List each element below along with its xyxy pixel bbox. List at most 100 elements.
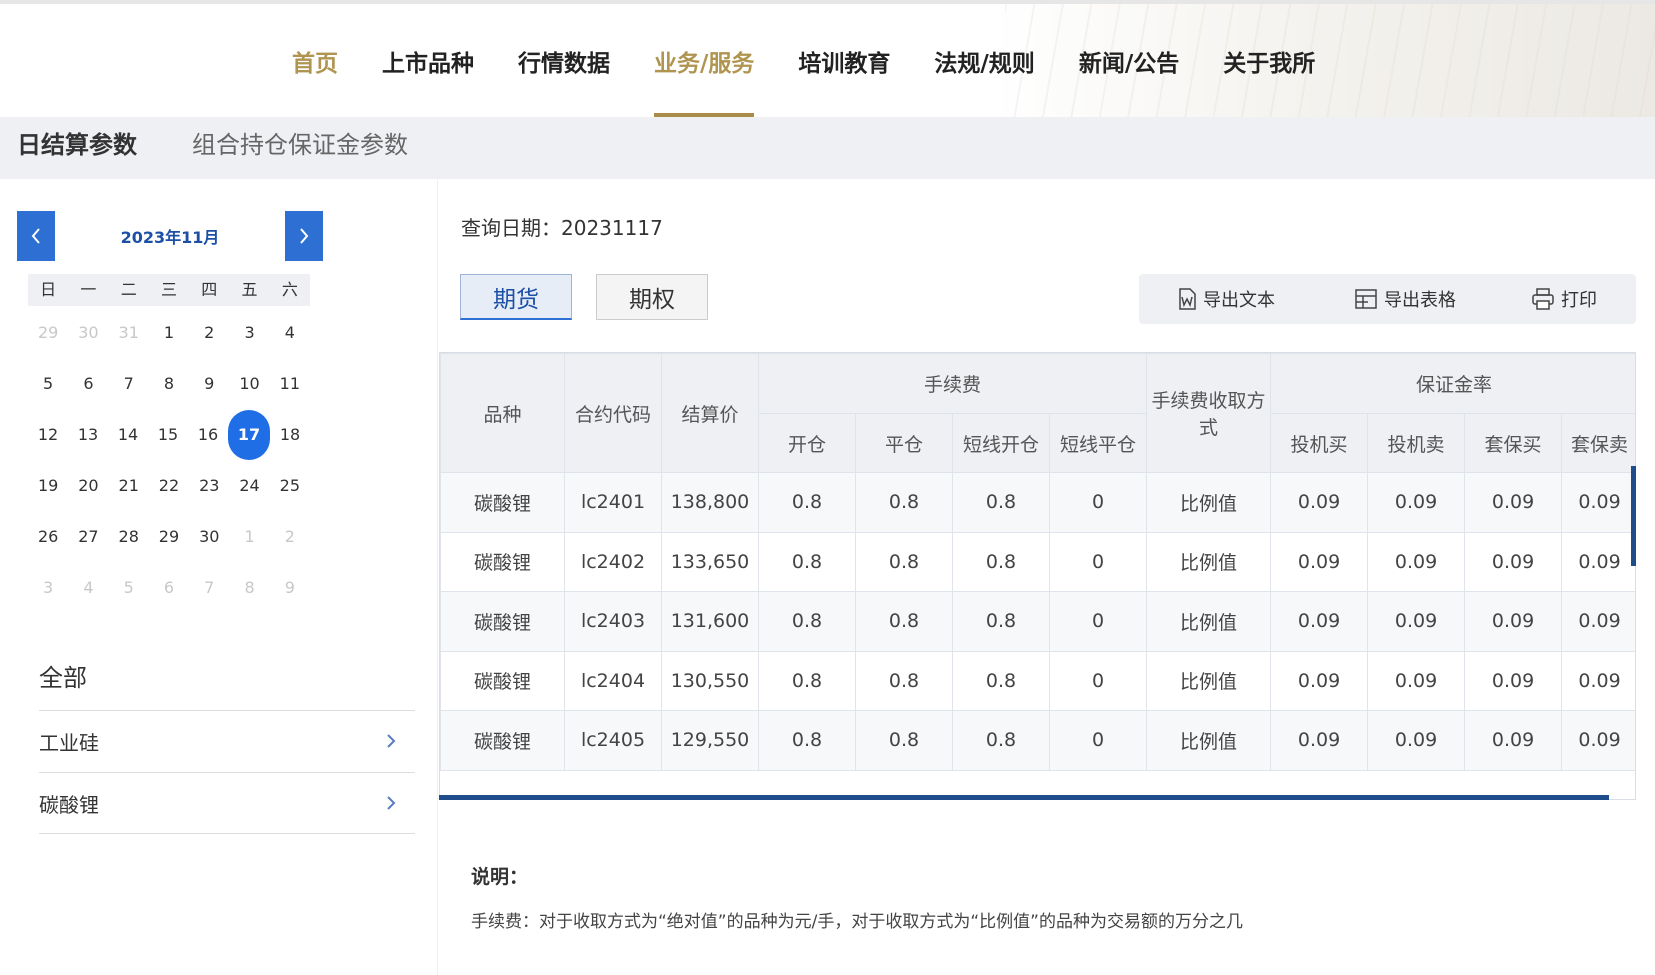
header-short-open: 短线开仓 [952, 413, 1050, 473]
calendar-day[interactable]: 22 [149, 460, 189, 511]
calendar-prev-button[interactable] [17, 211, 55, 261]
calendar-day[interactable]: 9 [189, 358, 229, 409]
query-date-value: 20231117 [561, 216, 663, 240]
table-cell: 129,550 [661, 710, 759, 771]
word-document-icon [1179, 288, 1196, 310]
table-cell: 0.09 [1464, 531, 1563, 592]
weekday-label: 日 [40, 280, 57, 299]
calendar-day-other-month[interactable]: 8 [229, 562, 269, 613]
calendar-day[interactable]: 15 [148, 409, 188, 460]
table-cell: 0.09 [1367, 591, 1466, 652]
calendar-day-other-month[interactable]: 7 [189, 562, 229, 613]
tab-futures[interactable]: 期货 [460, 274, 572, 320]
category-item-industrial-silicon[interactable]: 工业硅 [39, 711, 415, 771]
vertical-scrollbar[interactable] [1631, 466, 1636, 566]
header-spec-buy: 投机买 [1270, 413, 1369, 473]
calendar-day-other-month[interactable]: 30 [68, 307, 108, 358]
tab-combo-margin-params[interactable]: 组合持仓保证金参数 [192, 117, 408, 167]
note-text: 手续费：对于收取方式为“绝对值”的品种为元/手，对于收取方式为“比例值”的品种为… [471, 912, 1243, 932]
weekday-label: 五 [241, 280, 258, 299]
category-item-label: 碳酸锂 [39, 792, 99, 817]
table-cell: 0.09 [1270, 710, 1369, 771]
calendar-day[interactable]: 21 [109, 460, 149, 511]
table-body: 碳酸锂 lc2401 138,800 0.8 0.8 0.8 0 比例值 0.09 0.09 0.0… [440, 472, 1635, 771]
calendar-day-other-month[interactable]: 6 [149, 562, 189, 613]
calendar-day[interactable]: 10 [229, 358, 269, 409]
calendar-day[interactable]: 28 [109, 511, 149, 562]
table-cell: 0.09 [1464, 710, 1563, 771]
calendar-day[interactable]: 20 [68, 460, 108, 511]
nav-item-home[interactable]: 首页 [270, 4, 360, 117]
calendar-day[interactable]: 27 [68, 511, 108, 562]
table-cell: 比例值 [1146, 591, 1272, 652]
calendar-day-other-month[interactable]: 1 [229, 511, 269, 562]
nav-item-rules[interactable]: 法规/规则 [912, 4, 1056, 117]
nav-item-market-data[interactable]: 行情数据 [496, 4, 632, 117]
calendar-day-other-month[interactable]: 4 [68, 562, 108, 613]
calendar-day-other-month[interactable]: 2 [270, 511, 310, 562]
calendar-day[interactable]: 25 [270, 460, 310, 511]
calendar-day-other-month[interactable]: 5 [109, 562, 149, 613]
nav-item-about[interactable]: 关于我所 [1201, 4, 1337, 117]
nav-item-business-services[interactable]: 业务/服务 [632, 4, 776, 117]
query-date-label: 查询日期： [461, 216, 561, 240]
table-cell: 0.8 [855, 531, 953, 592]
table-cell: 0.09 [1367, 531, 1466, 592]
tab-daily-settlement-params[interactable]: 日结算参数 [17, 117, 137, 167]
header-fee-group: 手续费 [757, 353, 1148, 414]
nav-item-training[interactable]: 培训教育 [776, 4, 912, 117]
calendar-day[interactable]: 13 [68, 409, 108, 460]
calendar-day[interactable]: 30 [189, 511, 229, 562]
calendar-day-other-month[interactable]: 9 [270, 562, 310, 613]
calendar-day-other-month[interactable]: 3 [28, 562, 68, 613]
category-item-lithium-carbonate[interactable]: 碳酸锂 [39, 773, 415, 833]
print-label: 打印 [1561, 290, 1597, 311]
header-open: 开仓 [758, 413, 856, 473]
calendar-day[interactable]: 19 [28, 460, 68, 511]
calendar-day[interactable]: 11 [270, 358, 310, 409]
calendar-day[interactable]: 24 [229, 460, 269, 511]
table-cell: lc2405 [564, 710, 662, 771]
calendar-day[interactable]: 26 [28, 511, 68, 562]
header-hedge-buy: 套保买 [1464, 413, 1563, 473]
calendar-day[interactable]: 29 [149, 511, 189, 562]
table-cell: 0.09 [1561, 710, 1635, 771]
table-cell: 碳酸锂 [440, 531, 565, 592]
calendar-day[interactable]: 12 [28, 409, 68, 460]
category-all-heading[interactable]: 全部 [39, 658, 87, 693]
nav-item-news[interactable]: 新闻/公告 [1057, 4, 1201, 117]
table-cell: 0.09 [1464, 591, 1563, 652]
calendar-day[interactable]: 3 [229, 307, 269, 358]
table-cell: 0 [1048, 710, 1148, 771]
table-cell: 比例值 [1146, 650, 1272, 711]
nav-item-listed-products[interactable]: 上市品种 [360, 4, 496, 117]
calendar-day[interactable]: 1 [149, 307, 189, 358]
export-table-button[interactable]: 导出表格 [1354, 274, 1456, 324]
table-cell: 0.8 [952, 650, 1050, 711]
calendar-day[interactable]: 23 [189, 460, 229, 511]
calendar-day[interactable]: 16 [188, 409, 228, 460]
print-button[interactable]: 打印 [1531, 274, 1597, 324]
table-cell: 0.8 [758, 650, 856, 711]
calendar-day[interactable]: 8 [149, 358, 189, 409]
calendar-day[interactable]: 4 [270, 307, 310, 358]
calendar-day[interactable]: 5 [28, 358, 68, 409]
header-contract-code: 合约代码 [564, 353, 662, 473]
table-cell: 0.09 [1561, 472, 1635, 533]
table-cell: 0.8 [758, 591, 856, 652]
table-icon [1355, 289, 1377, 309]
weekday-label: 一 [80, 280, 97, 299]
calendar-next-button[interactable] [285, 211, 323, 261]
export-text-button[interactable]: 导出文本 [1177, 274, 1275, 324]
calendar-day-other-month[interactable]: 31 [109, 307, 149, 358]
calendar-day[interactable]: 18 [270, 409, 310, 460]
chevron-left-icon [31, 228, 40, 244]
calendar-day[interactable]: 2 [189, 307, 229, 358]
calendar-day[interactable]: 6 [68, 358, 108, 409]
tab-options[interactable]: 期权 [596, 274, 708, 320]
calendar-day-selected[interactable]: 17 [228, 409, 270, 460]
calendar-day-other-month[interactable]: 29 [28, 307, 68, 358]
calendar-day[interactable]: 14 [108, 409, 148, 460]
calendar-day[interactable]: 7 [109, 358, 149, 409]
horizontal-scrollbar[interactable] [439, 795, 1609, 800]
